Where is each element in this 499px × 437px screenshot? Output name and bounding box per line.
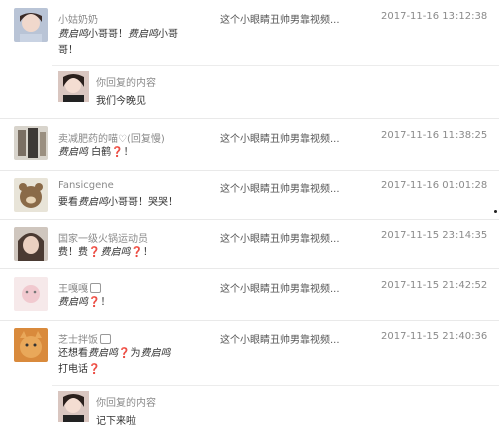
comment-username[interactable]: 国家一级火锅运动员 [58,230,148,245]
video-link[interactable]: 这个小眼睛丑帅男靠视频... [220,230,340,245]
divider [0,118,499,119]
divider [0,170,499,171]
comment-time: 2017-11-15 21:40:36 [381,331,488,342]
comment-username[interactable]: 王嘎嘎 [58,280,101,295]
question-emoji: ❓ [88,297,101,308]
video-link[interactable]: 这个小眼睛丑帅男靠视频... [220,11,340,26]
avatar[interactable] [14,178,48,212]
video-link[interactable]: 这个小眼睛丑帅男靠视频... [220,331,340,346]
question-emoji: ❓ [111,147,124,158]
divider [0,320,499,321]
badge-icon [100,334,111,344]
comment-text-part: ！ [123,147,134,158]
avatar[interactable] [14,126,48,160]
comment-text-part: ！ [100,297,111,308]
badge-icon [90,283,101,293]
highlight-keyword: 费启鸣 [128,29,158,40]
highlight-keyword: 费启鸣 [58,147,88,158]
comment-time: 2017-11-16 01:01:28 [381,180,488,191]
comment-text-part: 小哥哥！哭哭！ [108,197,178,208]
video-link[interactable]: 这个小眼睛丑帅男靠视频... [220,280,340,295]
reply-text: 我们今晚见 [96,96,146,107]
video-link[interactable]: 这个小眼睛丑帅男靠视频... [220,130,340,145]
comment-text: 费启鸣小哥哥！费启鸣小哥 哥！ [58,27,178,59]
comment-text-part: 还想看 [58,348,88,359]
comment-username[interactable]: 芝士拌饭 [58,331,111,346]
comment-text-part: 白鹤 [88,147,112,158]
comment-text: 还想看费启鸣❓为费启鸣 打电话❓ [58,346,170,378]
highlight-keyword: 费启鸣 [88,348,118,359]
comment-time: 2017-11-15 23:14:35 [381,230,488,241]
comment-text: 费！费❓费启鸣❓！ [58,245,153,261]
highlight-keyword: 费启鸣 [58,29,88,40]
comment-time: 2017-11-16 11:38:25 [381,130,488,141]
reply-avatar [58,391,89,422]
avatar[interactable] [14,277,48,311]
comment-text: 费启鸣 白鹤❓！ [58,145,134,161]
comment-text: 要看费启鸣小哥哥！哭哭！ [58,195,178,211]
comment-text-part: 为 [130,348,141,359]
comment-username[interactable]: Fansicgene [58,180,114,191]
divider [0,268,499,269]
comment-username[interactable]: 小姑奶奶 [58,11,98,26]
divider [0,219,499,220]
comment-text-part: 小哥 [158,29,178,40]
comment-time: 2017-11-15 21:42:52 [381,280,488,291]
reply-label: 你回复的内容 [96,78,156,89]
highlight-keyword: 费启鸣 [140,348,171,359]
question-emoji: ❓ [130,247,143,258]
question-emoji: ❓ [88,247,101,258]
comment-text-part: ！ [142,247,153,258]
comment-time: 2017-11-16 13:12:38 [381,11,488,22]
avatar[interactable] [14,8,48,42]
question-emoji: ❓ [118,348,131,359]
comment-username[interactable]: 卖减肥药的喵♡(回复慢) [58,130,165,145]
reply-avatar [58,71,89,102]
reply-label: 你回复的内容 [96,398,156,409]
comment-text: 费启鸣❓！ [58,295,110,311]
reply-box: 你回复的内容 我们今晚见 [52,65,499,112]
comment-text-part: 哥！ [58,45,78,56]
comment-text-part: 要看 [58,197,78,208]
question-emoji: ❓ [88,364,101,375]
video-link[interactable]: 这个小眼睛丑帅男靠视频... [220,180,340,195]
reply-text: 记下来啦 [96,416,136,427]
scroll-marker [494,210,497,213]
comment-text-part: 费！费 [58,247,88,258]
avatar[interactable] [14,227,48,261]
avatar[interactable] [14,328,48,362]
reply-box: 你回复的内容 记下来啦 [52,385,499,432]
username-text: 王嘎嘎 [58,284,88,295]
highlight-keyword: 费启鸣 [78,197,108,208]
username-text: 芝士拌饭 [58,335,98,346]
comment-text-part: 打电话 [58,364,88,375]
highlight-keyword: 费启鸣 [100,247,131,258]
highlight-keyword: 费启鸣 [58,297,88,308]
comment-text-part: 小哥哥！ [88,29,128,40]
